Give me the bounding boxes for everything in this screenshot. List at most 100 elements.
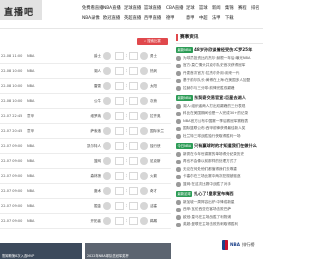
news-item-title[interactable]: 新加坡一周阵容出炉:中锋成新星 <box>183 200 235 205</box>
home-team[interactable]: 掘金 <box>94 204 101 209</box>
home-team[interactable]: 凯尔特人 <box>87 144 101 149</box>
nav-item[interactable]: 免费看直播 <box>82 5 103 11</box>
away-team[interactable]: 勇士 <box>150 54 157 59</box>
home-team[interactable]: 开拓者 <box>91 219 102 224</box>
nav-item[interactable]: 德甲 <box>166 15 175 21</box>
away-team[interactable]: 热刺 <box>150 69 157 74</box>
nav-item[interactable]: 足球 <box>186 5 195 11</box>
nav-item[interactable]: NBA录像 <box>82 15 100 21</box>
news-item[interactable]: 新加坡一周阵容出炉:中锋成新星 <box>176 199 263 207</box>
nav-item[interactable]: 英超直播 <box>124 15 141 21</box>
news-item[interactable]: 欧冠:皇马在主场战胜了利物浦 <box>176 214 263 222</box>
news-item-title[interactable]: NBA官方公布中国赛一季后赛冠军赛程表 <box>183 119 248 124</box>
news-item-title[interactable]: 湖人:组织者两人打出双巅峰的三分表现 <box>183 104 245 109</box>
home-team[interactable]: 雷霆 <box>94 84 101 89</box>
match-row[interactable]: 22-07 22:45 意甲 维罗纳 : 拉齐奥 <box>0 109 171 124</box>
news-item[interactable]: 国际篮联公布:西甲前锋获得最佳新人奖 <box>176 126 263 134</box>
match-row[interactable]: 22-07 09:00 NBA 森林狼 : 火箭 <box>0 169 171 184</box>
nav-item[interactable]: 足球直播 <box>124 5 141 11</box>
news-item-title[interactable]: 英超:曼联在主场击败热刺取得胜利 <box>183 222 238 227</box>
match-row[interactable]: 22-07 09:00 NBA 掘金 : 活塞 <box>0 199 171 214</box>
news-item-title[interactable]: 国际篮联公布:西甲前锋获得最佳新人奖 <box>183 126 245 131</box>
news-item-title[interactable]: 篮网:在这次比赛中战胜了对手 <box>183 182 231 187</box>
home-team[interactable]: 爵士 <box>94 54 101 59</box>
news-item[interactable]: 基于前尔队长:黄博在上海:在美国多人加盟 <box>176 78 263 86</box>
news-item[interactable]: 科比在美国期间也是一人完成30+的记录 <box>176 111 263 119</box>
news-headline[interactable]: 最新NBA 48岁孙欣谈曾经受伤:C罗25年 <box>176 46 263 55</box>
news-item[interactable]: 拉赫尔与三分球:前锋完胜双巅峰 <box>176 85 263 93</box>
match-row[interactable]: 22-08 10:00 NBA 雷霆 : 太阳 <box>0 79 171 94</box>
news-item[interactable]: 新秀在今年世锦赛的单场得分纪录历史 <box>176 151 263 159</box>
news-item[interactable]: 卡塞尔在三场比赛中两次犯规被驱逐 <box>176 174 263 182</box>
news-item-title[interactable]: 欧冠:皇马在主场战胜了利物浦 <box>183 215 231 220</box>
away-team[interactable]: 灰熊 <box>150 99 157 104</box>
news-item[interactable]: 篮网:在这次比赛中战胜了对手 <box>176 181 263 189</box>
nav-item[interactable]: 意甲 <box>186 15 195 21</box>
home-team[interactable]: 湖人 <box>94 69 101 74</box>
match-row[interactable]: 22-07 20:45 意甲 萨索洛 : 国际米兰 <box>0 124 171 139</box>
news-item-title[interactable]: 无论在何处他们都值得我们去尊重 <box>183 167 237 172</box>
away-team[interactable]: 鹈鹕 <box>150 219 157 224</box>
home-team[interactable]: 维罗纳 <box>91 114 102 119</box>
nav-item[interactable]: NBA直播 <box>103 5 121 11</box>
match-row[interactable]: 22-08 10:00 NBA 湖人 : 热刺 <box>0 64 171 79</box>
away-team[interactable]: 国际米兰 <box>150 129 164 134</box>
away-team[interactable]: 独行侠 <box>150 144 161 149</box>
news-headline[interactable]: 最新足球 扎心了!皇家宣布梅西 <box>176 190 263 199</box>
news-item[interactable]: 再也不会像以前那样的处理方式了 <box>176 159 263 167</box>
news-item[interactable]: 无论在何处他们都值得我们去尊重 <box>176 166 263 174</box>
nav-item[interactable]: 排名 <box>251 5 260 11</box>
nav-item[interactable]: 下载 <box>225 15 234 21</box>
news-item[interactable]: 英超:曼联在主场击败热刺取得胜利 <box>176 222 263 230</box>
news-item-title[interactable]: 卡塞尔在三场比赛中两次犯规被驱逐 <box>183 174 241 179</box>
home-team[interactable]: 魔术 <box>94 189 101 194</box>
nav-item[interactable]: 中超 <box>199 15 208 21</box>
promo-image[interactable]: 2022年NBA球队总冠军奖杯 <box>85 243 171 259</box>
away-team[interactable]: 奇才 <box>150 189 157 194</box>
promo-image[interactable]: 詹姆斯第8次入选MVP <box>0 243 82 259</box>
news-item-title[interactable]: 杜兰特三球战胜独行侠取得胜利一场 <box>183 134 241 139</box>
news-item[interactable]: 丹麦首次官方:拉杰尔外用:用来一代 <box>176 70 263 78</box>
news-item-title[interactable]: 再也不会像以前那样的处理方式了 <box>183 159 237 164</box>
search-matches-button[interactable]: ⌕ 搜索比赛 <box>137 38 168 45</box>
news-item-title[interactable]: 官方:莫亡情头并克尔队史首次获得冠军 <box>183 63 245 68</box>
news-item[interactable]: 西甲:瓦伦西亚在客场击败巴萨 <box>176 207 263 215</box>
news-headline[interactable]: 今日NBA 只有赢球时的才知道我们在做什么 <box>176 142 263 151</box>
nav-item[interactable]: 法甲 <box>212 15 221 21</box>
headline-text[interactable]: 只有赢球时的才知道我们在做什么 <box>194 143 257 149</box>
headline-text[interactable]: 扎心了!皇家宣布梅西 <box>194 191 234 197</box>
news-item-title[interactable]: 科比在美国期间也是一人完成30+的记录 <box>183 111 248 116</box>
news-headline[interactable]: 最新NBA 东契奇交易官宣:巨星去湖人 <box>176 94 263 103</box>
site-logo[interactable]: 直播吧 <box>0 0 42 20</box>
match-row[interactable]: 22-08 11:00 NBA 爵士 : 勇士 <box>0 49 171 64</box>
news-item[interactable]: NBA官方公布中国赛一季后赛冠军赛程表 <box>176 118 263 126</box>
nba-ranking-link[interactable]: NBA 排行榜 <box>222 239 263 251</box>
news-item-title[interactable]: 为球员投资比约杰尔·赫根一年后:曝光NBA <box>183 56 250 61</box>
away-team[interactable]: 活塞 <box>150 204 157 209</box>
match-row[interactable]: 22-07 09:00 NBA 魔术 : 奇才 <box>0 184 171 199</box>
away-team[interactable]: 尼克斯 <box>150 159 161 164</box>
home-team[interactable]: 公牛 <box>94 99 101 104</box>
news-item[interactable]: 官方:莫亡情头并克尔队史首次获得冠军 <box>176 63 263 71</box>
nav-item[interactable]: 篮球直播 <box>144 5 161 11</box>
nav-item[interactable]: 西甲直播 <box>144 15 161 21</box>
news-item-title[interactable]: 基于前尔队长:黄博在上海:在美国多人加盟 <box>183 78 250 83</box>
news-item-title[interactable]: 新秀在今年世锦赛的单场得分纪录历史 <box>183 152 244 157</box>
match-row[interactable]: 22-08 10:00 NBA 公牛 : 灰熊 <box>0 94 171 109</box>
home-team[interactable]: 森林狼 <box>91 174 102 179</box>
nav-item[interactable]: 篮球 <box>199 5 208 11</box>
news-item-title[interactable]: 西甲:瓦伦西亚在客场击败巴萨 <box>183 207 231 212</box>
news-item-title[interactable]: 丹麦首次官方:拉杰尔外用:用来一代 <box>183 71 239 76</box>
away-team[interactable]: 太阳 <box>150 84 157 89</box>
home-team[interactable]: 篮网 <box>94 159 101 164</box>
nav-item[interactable]: 新闻 <box>212 5 221 11</box>
match-row[interactable]: 22-07 09:00 NBA 凯尔特人 : 独行侠 <box>0 139 171 154</box>
nav-item[interactable]: CBA直播 <box>166 5 183 11</box>
nav-item[interactable]: 欧冠直播 <box>103 15 120 21</box>
match-row[interactable]: 22-07 09:00 NBA 篮网 : 尼克斯 <box>0 154 171 169</box>
news-item[interactable]: 湖人:组织者两人打出双巅峰的三分表现 <box>176 103 263 111</box>
match-row[interactable]: 22-07 09:00 NBA 开拓者 : 鹈鹕 <box>0 214 171 229</box>
home-team[interactable]: 萨索洛 <box>91 129 102 134</box>
headline-text[interactable]: 东契奇交易官宣:巨星去湖人 <box>194 95 246 101</box>
news-item[interactable]: 杜兰特三球战胜独行侠取得胜利一场 <box>176 133 263 141</box>
